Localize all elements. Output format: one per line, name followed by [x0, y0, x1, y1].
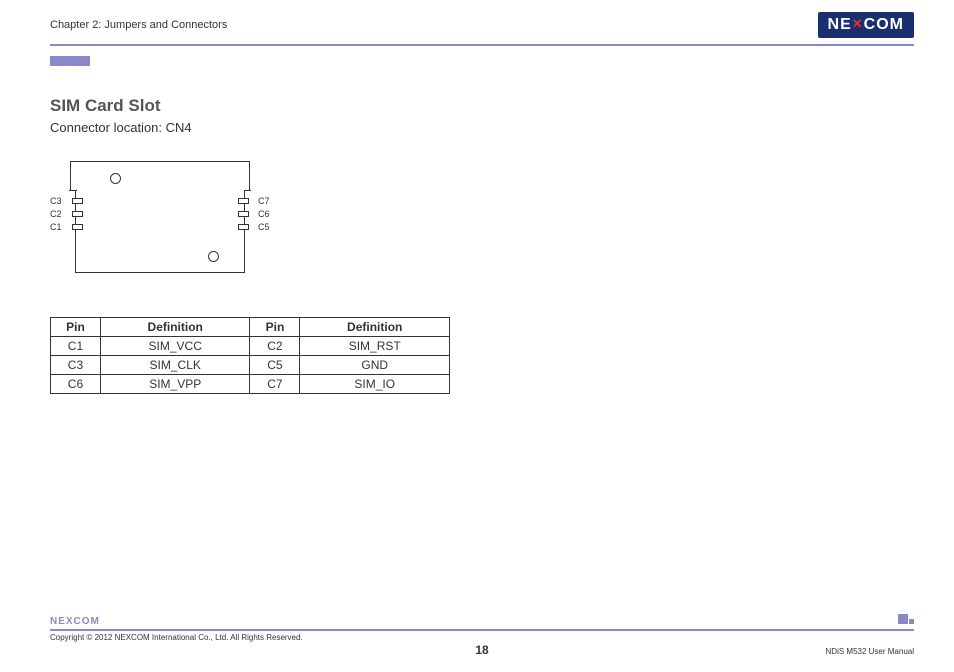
purple-tab [50, 56, 90, 66]
page-footer: NEXCOM Copyright © 2012 NEXCOM Internati… [0, 616, 954, 656]
th-definition: Definition [100, 318, 250, 337]
pin-pad-icon [72, 211, 83, 217]
pin-label-c1: C1 [50, 222, 62, 232]
pin-pad-icon [72, 224, 83, 230]
th-pin: Pin [51, 318, 101, 337]
cell-def: GND [300, 356, 450, 375]
cell-def: SIM_CLK [100, 356, 250, 375]
nexcom-logo-top: NE✕COM [818, 12, 914, 38]
pin-label-c7: C7 [258, 196, 270, 206]
cell-pin: C7 [250, 375, 300, 394]
table-row: C3 SIM_CLK C5 GND [51, 356, 450, 375]
cell-def: SIM_VCC [100, 337, 250, 356]
cell-pin: C3 [51, 356, 101, 375]
cell-pin: C6 [51, 375, 101, 394]
header-rule [50, 44, 914, 46]
table-row: C6 SIM_VPP C7 SIM_IO [51, 375, 450, 394]
copyright-text: Copyright © 2012 NEXCOM International Co… [50, 633, 303, 642]
connector-location: Connector location: CN4 [50, 120, 904, 135]
pin-pad-icon [238, 198, 249, 204]
mount-hole-icon [110, 173, 121, 184]
cell-pin: C5 [250, 356, 300, 375]
manual-name: NDiS M532 User Manual [826, 647, 914, 656]
pin-label-c3: C3 [50, 196, 62, 206]
page-header: Chapter 2: Jumpers and Connectors NE✕COM [0, 0, 954, 38]
page-content: SIM Card Slot Connector location: CN4 C3… [0, 66, 954, 394]
mount-hole-icon [208, 251, 219, 262]
pin-definition-table: Pin Definition Pin Definition C1 SIM_VCC… [50, 317, 450, 394]
pin-pad-icon [72, 198, 83, 204]
pin-label-c6: C6 [258, 209, 270, 219]
cell-pin: C2 [250, 337, 300, 356]
sim-slot-diagram: C3 C2 C1 C7 C6 C5 [50, 161, 270, 281]
cell-def: SIM_VPP [100, 375, 250, 394]
nexcom-logo-bottom: NEXCOM [50, 616, 914, 627]
page-number: 18 [475, 643, 488, 657]
footer-squares-icon [898, 614, 914, 624]
cell-def: SIM_IO [300, 375, 450, 394]
th-pin: Pin [250, 318, 300, 337]
cell-def: SIM_RST [300, 337, 450, 356]
table-row: C1 SIM_VCC C2 SIM_RST [51, 337, 450, 356]
logo-x-icon: ✕ [852, 16, 864, 32]
table-header-row: Pin Definition Pin Definition [51, 318, 450, 337]
cell-pin: C1 [51, 337, 101, 356]
th-definition: Definition [300, 318, 450, 337]
section-title: SIM Card Slot [50, 96, 904, 116]
sim-body-outline [70, 161, 250, 273]
pin-pad-icon [238, 211, 249, 217]
pin-label-c2: C2 [50, 209, 62, 219]
footer-rule [50, 629, 914, 631]
pin-pad-icon [238, 224, 249, 230]
pin-label-c5: C5 [258, 222, 270, 232]
chapter-label: Chapter 2: Jumpers and Connectors [50, 19, 227, 31]
